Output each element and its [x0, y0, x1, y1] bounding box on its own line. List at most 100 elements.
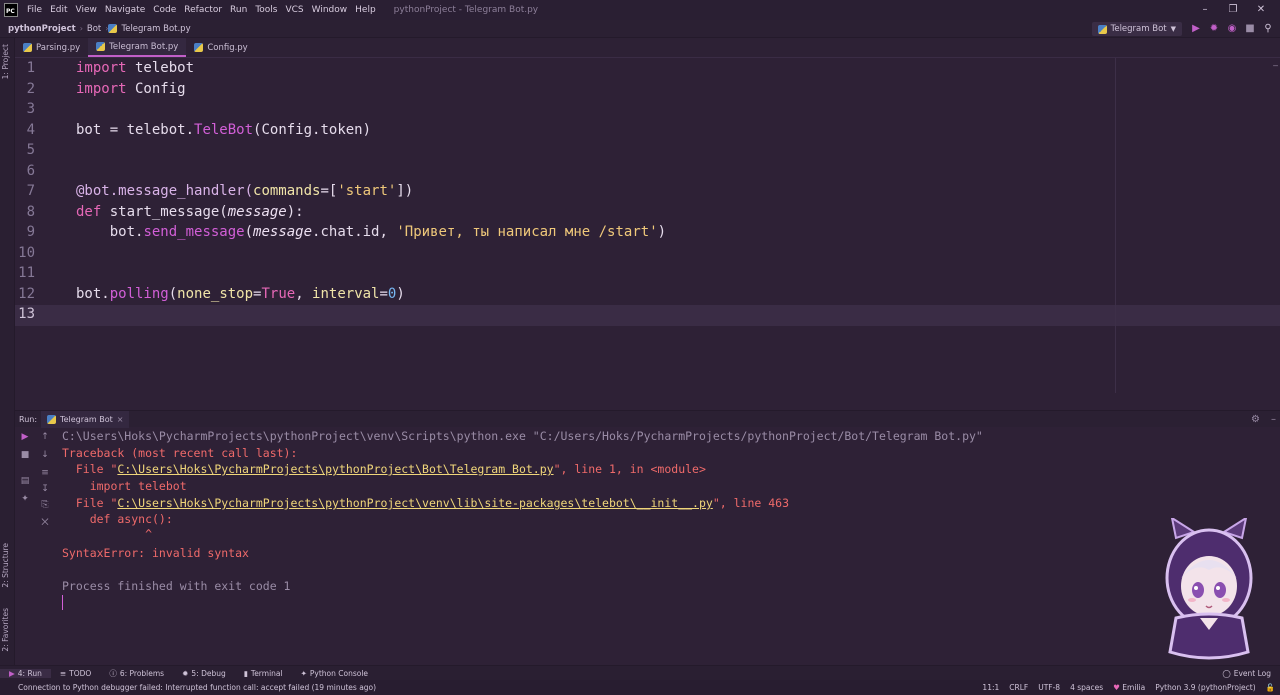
arrow-up-icon[interactable]: ↑ [39, 431, 51, 443]
close-icon[interactable]: ✕ [1254, 3, 1268, 17]
console-code-line: import telebot [62, 479, 187, 493]
caret-position[interactable]: 11:1 [977, 683, 1004, 692]
punct: ) [396, 285, 405, 302]
stop-icon[interactable]: ■ [1244, 23, 1256, 35]
run-icon[interactable]: ▶ [1190, 23, 1202, 35]
tab-todo[interactable]: ≡ TODO [51, 669, 100, 678]
menu-window[interactable]: Window [308, 5, 352, 15]
python-interpreter[interactable]: Python 3.9 (pythonProject) [1150, 683, 1260, 692]
parameter: message [227, 203, 287, 220]
menu-vcs[interactable]: VCS [281, 5, 307, 15]
line-separator[interactable]: CRLF [1004, 683, 1033, 692]
tab-terminal[interactable]: ▮ Terminal [235, 669, 292, 678]
search-icon[interactable]: ⚲ [1262, 23, 1274, 35]
run-configuration-select[interactable]: Telegram Bot ▼ [1091, 22, 1182, 36]
trash-icon[interactable]: ⨉ [39, 517, 51, 529]
python-file-icon [108, 24, 118, 33]
bottom-tool-tabs: ▶ 4: Run ≡ TODO ⓘ 6: Problems ✹ 5: Debug ▮ Te… [0, 665, 1280, 680]
menu-file[interactable]: File [23, 5, 46, 15]
minimize-icon[interactable]: – [1198, 3, 1212, 17]
tab-config[interactable]: Config.py [186, 38, 255, 57]
print-icon[interactable]: ⎘ [39, 499, 51, 511]
breadcrumb-folder[interactable]: Bot [83, 24, 105, 34]
tab-label: Python Console [309, 668, 369, 678]
arrow-down-icon[interactable]: ↓ [39, 449, 51, 461]
run-toolbar: ▶ ■ ▤ ✦ [15, 427, 35, 665]
line-number: 5 [26, 142, 35, 158]
punct: =[ [320, 183, 338, 199]
console-caret [62, 595, 63, 610]
code-editor[interactable]: 1 2 3 4 5 6 7 8 9 10 11 12 13 import tel… [15, 58, 1280, 408]
console-text: File " [62, 462, 118, 476]
line-number: 9 [26, 224, 35, 240]
close-tab-icon[interactable]: × [117, 415, 124, 424]
layout-icon[interactable]: ▤ [19, 475, 31, 487]
string: 'start' [337, 183, 397, 199]
console-syntax-error: SyntaxError: invalid syntax [62, 546, 249, 560]
settings-gear-icon[interactable]: ⚙ [1251, 414, 1260, 425]
python-file-icon [47, 414, 57, 424]
tab-event-log[interactable]: ◯ Event Log [1213, 669, 1280, 678]
editor-scrollbar[interactable]: — [1270, 58, 1280, 408]
run-console-output[interactable]: C:\Users\Hoks\PycharmProjects\pythonProj… [62, 427, 1262, 665]
line-number-gutter: 1 2 3 4 5 6 7 8 9 10 11 12 13 [15, 58, 60, 408]
tab-telegram-bot[interactable]: Telegram Bot.py [88, 38, 187, 57]
file-encoding[interactable]: UTF-8 [1033, 683, 1065, 692]
python-file-icon [96, 42, 106, 51]
theme-widget[interactable]: ♥ Emilia [1108, 683, 1150, 692]
structure-tool-tab[interactable]: 2: Structure [1, 543, 10, 588]
tab-python-console[interactable]: ✦ Python Console [292, 669, 377, 678]
tab-parsing[interactable]: Parsing.py [15, 38, 88, 57]
file-link[interactable]: C:\Users\Hoks\PycharmProjects\pythonProj… [117, 496, 712, 510]
menu-bar: PC File Edit View Navigate Code Refactor… [0, 0, 1280, 20]
anime-mascot-image [1165, 518, 1253, 660]
inspection-ok-icon[interactable]: — [1273, 61, 1278, 70]
punct: ( [244, 224, 254, 240]
favorites-tool-tab[interactable]: 2: Favorites [1, 608, 10, 652]
menu-code[interactable]: Code [149, 5, 180, 15]
run-label: Run: [19, 414, 38, 424]
coverage-icon[interactable]: ◉ [1226, 23, 1238, 35]
indent-setting[interactable]: 4 spaces [1065, 683, 1108, 692]
line-number: 2 [26, 80, 35, 97]
event-log-icon: ◯ [1222, 668, 1231, 678]
menu-view[interactable]: View [72, 5, 101, 15]
breadcrumb-project[interactable]: pythonProject [0, 24, 80, 34]
soft-wrap-icon[interactable]: ≡ [39, 467, 51, 479]
method: send_message [143, 224, 245, 240]
scroll-to-end-icon[interactable]: ↧ [39, 483, 51, 495]
pycharm-logo-icon[interactable]: PC [4, 3, 18, 17]
identifier: bot. [76, 285, 110, 302]
tab-run[interactable]: ▶ 4: Run [0, 668, 51, 678]
menu-tools[interactable]: Tools [251, 5, 281, 15]
console-file-line: File "C:\Users\Hoks\PycharmProjects\pyth… [62, 495, 789, 512]
tab-debug[interactable]: ✹ 5: Debug [173, 669, 235, 678]
tab-problems[interactable]: ⓘ 6: Problems [100, 668, 173, 679]
file-link[interactable]: C:\Users\Hoks\PycharmProjects\pythonProj… [117, 462, 553, 476]
rerun-icon[interactable]: ▶ [19, 431, 31, 443]
restore-icon[interactable]: ❐ [1226, 3, 1240, 17]
run-tab[interactable]: Telegram Bot × [41, 410, 130, 428]
tab-label: 5: Debug [191, 668, 226, 678]
debug-icon[interactable]: ✹ [1208, 23, 1220, 35]
pin-icon[interactable]: ✦ [19, 493, 31, 505]
line-number: 10 [18, 244, 35, 261]
project-tool-tab[interactable]: 1: Project [1, 44, 10, 79]
menu-navigate[interactable]: Navigate [101, 5, 149, 15]
hide-icon[interactable]: – [1271, 414, 1276, 425]
menu-refactor[interactable]: Refactor [180, 5, 226, 15]
lock-icon[interactable]: 🔓 [1261, 683, 1280, 692]
tab-label: Telegram Bot.py [109, 41, 179, 52]
console-text: File " [62, 496, 118, 510]
menu-help[interactable]: Help [351, 5, 380, 15]
chevron-down-icon: ▼ [1170, 25, 1176, 33]
run-configuration-label: Telegram Bot [1110, 24, 1167, 34]
status-message[interactable]: Connection to Python debugger failed: In… [0, 683, 381, 692]
stop-icon[interactable]: ■ [19, 449, 31, 461]
console-command-line: C:\Users\Hoks\PycharmProjects\pythonProj… [62, 429, 983, 443]
menu-run[interactable]: Run [226, 5, 251, 15]
punct: , [295, 285, 313, 302]
identifier: bot. [76, 224, 144, 240]
breadcrumb-file[interactable]: Telegram Bot.py [117, 24, 194, 34]
menu-edit[interactable]: Edit [46, 5, 71, 15]
